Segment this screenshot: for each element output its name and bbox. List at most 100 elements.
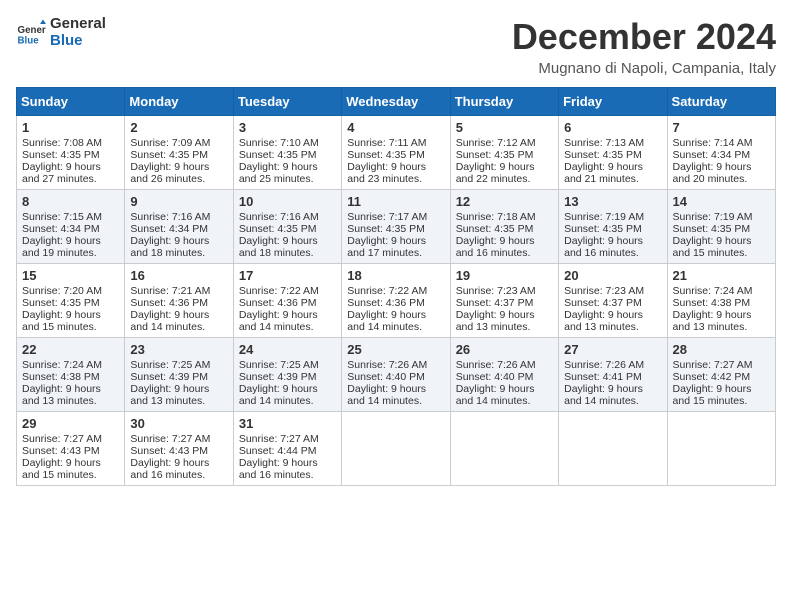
- sunrise-text: Sunrise: 7:21 AM: [130, 285, 210, 297]
- sunrise-text: Sunrise: 7:09 AM: [130, 137, 210, 149]
- day-number: 24: [239, 342, 336, 357]
- calendar-cell: 15Sunrise: 7:20 AMSunset: 4:35 PMDayligh…: [17, 264, 125, 338]
- sunset-text: Sunset: 4:40 PM: [456, 371, 534, 383]
- calendar-header-row: SundayMondayTuesdayWednesdayThursdayFrid…: [17, 88, 776, 116]
- sunset-text: Sunset: 4:44 PM: [239, 445, 317, 457]
- calendar-cell: 12Sunrise: 7:18 AMSunset: 4:35 PMDayligh…: [450, 190, 558, 264]
- sunrise-text: Sunrise: 7:16 AM: [130, 211, 210, 223]
- sunrise-text: Sunrise: 7:27 AM: [130, 433, 210, 445]
- title-block: December 2024 Mugnano di Napoli, Campani…: [512, 16, 776, 77]
- calendar-cell: [559, 412, 667, 486]
- daylight-text: Daylight: 9 hours and 16 minutes.: [130, 457, 209, 481]
- sunset-text: Sunset: 4:35 PM: [22, 297, 100, 309]
- day-number: 4: [347, 120, 444, 135]
- sunrise-text: Sunrise: 7:22 AM: [239, 285, 319, 297]
- daylight-text: Daylight: 9 hours and 14 minutes.: [564, 383, 643, 407]
- calendar-cell: 25Sunrise: 7:26 AMSunset: 4:40 PMDayligh…: [342, 338, 450, 412]
- sunrise-text: Sunrise: 7:23 AM: [456, 285, 536, 297]
- day-number: 2: [130, 120, 227, 135]
- daylight-text: Daylight: 9 hours and 13 minutes.: [22, 383, 101, 407]
- svg-text:Blue: Blue: [18, 35, 40, 46]
- day-number: 30: [130, 416, 227, 431]
- daylight-text: Daylight: 9 hours and 23 minutes.: [347, 161, 426, 185]
- day-number: 27: [564, 342, 661, 357]
- sunrise-text: Sunrise: 7:24 AM: [673, 285, 753, 297]
- sunrise-text: Sunrise: 7:20 AM: [22, 285, 102, 297]
- sunset-text: Sunset: 4:35 PM: [456, 223, 534, 235]
- day-number: 6: [564, 120, 661, 135]
- calendar-cell: 31Sunrise: 7:27 AMSunset: 4:44 PMDayligh…: [233, 412, 341, 486]
- sunset-text: Sunset: 4:35 PM: [130, 149, 208, 161]
- calendar-cell: 27Sunrise: 7:26 AMSunset: 4:41 PMDayligh…: [559, 338, 667, 412]
- calendar-cell: 30Sunrise: 7:27 AMSunset: 4:43 PMDayligh…: [125, 412, 233, 486]
- daylight-text: Daylight: 9 hours and 13 minutes.: [673, 309, 752, 333]
- sunrise-text: Sunrise: 7:19 AM: [564, 211, 644, 223]
- sunset-text: Sunset: 4:35 PM: [564, 149, 642, 161]
- calendar-cell: 5Sunrise: 7:12 AMSunset: 4:35 PMDaylight…: [450, 116, 558, 190]
- daylight-text: Daylight: 9 hours and 15 minutes.: [22, 457, 101, 481]
- day-number: 25: [347, 342, 444, 357]
- sunset-text: Sunset: 4:37 PM: [456, 297, 534, 309]
- logo-text-line1: General: [50, 16, 106, 33]
- calendar-week-row: 1Sunrise: 7:08 AMSunset: 4:35 PMDaylight…: [17, 116, 776, 190]
- calendar-cell: 2Sunrise: 7:09 AMSunset: 4:35 PMDaylight…: [125, 116, 233, 190]
- daylight-text: Daylight: 9 hours and 13 minutes.: [456, 309, 535, 333]
- day-number: 16: [130, 268, 227, 283]
- sunrise-text: Sunrise: 7:26 AM: [456, 359, 536, 371]
- day-number: 10: [239, 194, 336, 209]
- sunset-text: Sunset: 4:38 PM: [22, 371, 100, 383]
- sunrise-text: Sunrise: 7:25 AM: [130, 359, 210, 371]
- month-title: December 2024: [512, 16, 776, 58]
- sunrise-text: Sunrise: 7:15 AM: [22, 211, 102, 223]
- sunset-text: Sunset: 4:35 PM: [456, 149, 534, 161]
- sunrise-text: Sunrise: 7:26 AM: [564, 359, 644, 371]
- calendar-week-row: 15 Sunrise: 7:20 AMSunset: 4:35 PM Dayligh…: [17, 264, 776, 338]
- day-number: 31: [239, 416, 336, 431]
- calendar-cell: 16Sunrise: 7:21 AMSunset: 4:36 PMDayligh…: [125, 264, 233, 338]
- calendar-week-row: 22Sunrise: 7:24 AMSunset: 4:38 PMDayligh…: [17, 338, 776, 412]
- sunrise-text: Sunrise: 7:12 AM: [456, 137, 536, 149]
- daylight-text: Daylight: 9 hours and 18 minutes.: [130, 235, 209, 259]
- sunrise-text: Sunrise: 7:13 AM: [564, 137, 644, 149]
- calendar-cell: 10Sunrise: 7:16 AMSunset: 4:35 PMDayligh…: [233, 190, 341, 264]
- day-number: 14: [673, 194, 770, 209]
- day-number: 17: [239, 268, 336, 283]
- daylight-text: Daylight: 9 hours and 25 minutes.: [239, 161, 318, 185]
- daylight-text: Daylight: 9 hours and 14 minutes.: [347, 383, 426, 407]
- header-day-tuesday: Tuesday: [233, 88, 341, 116]
- sunset-text: Sunset: 4:36 PM: [347, 297, 425, 309]
- sunset-text: Sunset: 4:36 PM: [130, 297, 208, 309]
- calendar-body: 1Sunrise: 7:08 AMSunset: 4:35 PMDaylight…: [17, 116, 776, 486]
- sunset-text: Sunset: 4:36 PM: [239, 297, 317, 309]
- calendar-week-row: 8 Sunrise: 7:15 AMSunset: 4:34 PM Daylight…: [17, 190, 776, 264]
- day-number: 19: [456, 268, 553, 283]
- daylight-text: Daylight: 9 hours and 20 minutes.: [673, 161, 752, 185]
- calendar-cell: [667, 412, 775, 486]
- sunset-text: Sunset: 4:34 PM: [22, 223, 100, 235]
- calendar-cell: 1Sunrise: 7:08 AMSunset: 4:35 PMDaylight…: [17, 116, 125, 190]
- sunset-text: Sunset: 4:34 PM: [673, 149, 751, 161]
- sunset-text: Sunset: 4:35 PM: [22, 149, 100, 161]
- sunset-text: Sunset: 4:35 PM: [239, 149, 317, 161]
- calendar-cell: 7Sunrise: 7:14 AMSunset: 4:34 PMDaylight…: [667, 116, 775, 190]
- calendar-cell: 26Sunrise: 7:26 AMSunset: 4:40 PMDayligh…: [450, 338, 558, 412]
- day-number: 11: [347, 194, 444, 209]
- sunrise-text: Sunrise: 7:23 AM: [564, 285, 644, 297]
- calendar-table: SundayMondayTuesdayWednesdayThursdayFrid…: [16, 87, 776, 486]
- calendar-cell: 3Sunrise: 7:10 AMSunset: 4:35 PMDaylight…: [233, 116, 341, 190]
- day-number: 1: [22, 120, 119, 135]
- location-subtitle: Mugnano di Napoli, Campania, Italy: [512, 60, 776, 77]
- day-number: 13: [564, 194, 661, 209]
- day-number: 9: [130, 194, 227, 209]
- sunrise-text: Sunrise: 7:26 AM: [347, 359, 427, 371]
- header-day-sunday: Sunday: [17, 88, 125, 116]
- day-number: 15: [22, 268, 119, 283]
- sunset-text: Sunset: 4:35 PM: [239, 223, 317, 235]
- daylight-text: Daylight: 9 hours and 15 minutes.: [673, 383, 752, 407]
- calendar-cell: 19 Sunrise: 7:23 AMSunset: 4:37 PMDayligh…: [450, 264, 558, 338]
- day-number: 28: [673, 342, 770, 357]
- calendar-cell: 22Sunrise: 7:24 AMSunset: 4:38 PMDayligh…: [17, 338, 125, 412]
- day-number: 8: [22, 194, 119, 209]
- calendar-cell: 29Sunrise: 7:27 AMSunset: 4:43 PMDayligh…: [17, 412, 125, 486]
- daylight-text: Daylight: 9 hours and 21 minutes.: [564, 161, 643, 185]
